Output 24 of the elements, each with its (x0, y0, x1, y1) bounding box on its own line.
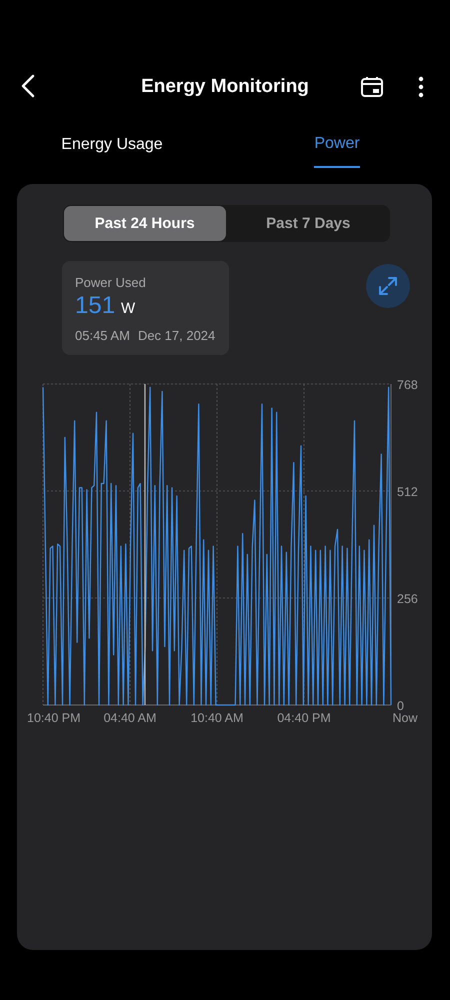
expand-icon (378, 276, 398, 296)
tab[interactable]: Power (314, 122, 360, 168)
tab[interactable]: Energy Usage (0, 122, 224, 168)
reading-unit: W (121, 300, 136, 317)
y-axis-label: 768 (397, 378, 418, 392)
x-axis-label: 04:40 AM (104, 711, 156, 725)
period-option[interactable]: Past 7 Days (228, 206, 389, 241)
y-axis-label: 0 (397, 699, 404, 713)
period-option[interactable]: Past 24 Hours (64, 206, 226, 241)
y-axis-label: 256 (397, 592, 418, 606)
x-axis-label: 10:40 AM (190, 711, 244, 725)
x-axis-label: Now (392, 711, 418, 725)
x-axis-label: 10:40 PM (27, 711, 81, 725)
calendar-icon[interactable] (360, 76, 384, 98)
back-icon[interactable] (21, 74, 35, 98)
reading-value: 151 (75, 292, 116, 320)
reading-time: 05:45 AM (75, 328, 130, 343)
reading-date: Dec 17, 2024 (138, 328, 216, 343)
screen-title: Energy Monitoring (140, 76, 310, 98)
y-axis-label: 512 (397, 485, 418, 499)
x-axis-label: 04:40 PM (277, 711, 331, 725)
reading-label: Power Used (75, 275, 147, 290)
more-options-icon[interactable] (418, 76, 424, 98)
expand-button[interactable] (366, 264, 410, 308)
